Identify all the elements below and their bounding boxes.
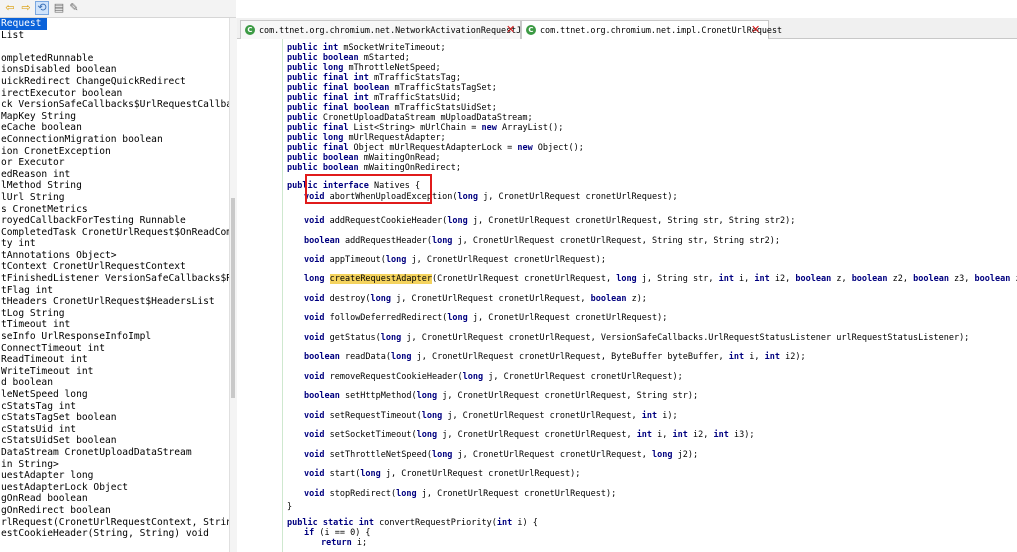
tree-item[interactable]: uestAdapterLock Object [0,482,229,494]
tree-item[interactable]: tContext CronetUrlRequestContext [0,261,229,273]
tree-item[interactable]: cStatsTag int [0,401,229,413]
tree-item[interactable]: ConnectTimeout int [0,343,229,355]
tree-item[interactable]: CompletedTask CronetUrlRequest$OnReadCom… [0,227,229,239]
code-line[interactable]: public final boolean mTrafficStatsTagSet… [287,83,497,93]
annotation-box [305,174,432,204]
tree-item[interactable]: estCookieHeader(String, String) void [0,528,229,540]
tree-item[interactable]: ck VersionSafeCallbacks$UrlRequestCallba… [0,99,229,111]
tree-item[interactable] [0,41,229,53]
tree-item[interactable]: in String> [0,459,229,471]
tree-item[interactable]: edReason int [0,169,229,181]
tree-item[interactable]: royedCallbackForTesting Runnable [0,215,229,227]
tree-item[interactable]: tFlag int [0,285,229,297]
tree-item[interactable]: irectExecutor boolean [0,88,229,100]
code-line[interactable]: void stopRedirect(long j, CronetUrlReque… [304,489,616,499]
code-line[interactable]: void destroy(long j, CronetUrlRequest cr… [304,294,647,304]
code-line[interactable]: public final int mTrafficStatsTag; [287,73,461,83]
code-line[interactable]: public final Object mUrlRequestAdapterLo… [287,143,584,153]
tree-item[interactable]: lMethod String [0,180,229,192]
tree-item[interactable]: eConnectionMigration boolean [0,134,229,146]
tab-label: com.ttnet.org.chromium.net.impl.CronetUr… [540,25,783,35]
code-line[interactable]: public final List<String> mUrlChain = ne… [287,123,563,133]
save-icon[interactable]: ▤ [52,1,66,15]
tree-item[interactable]: seInfo UrlResponseInfoImpl [0,331,229,343]
tree-scrollbar[interactable] [229,18,237,552]
tree-item[interactable]: Request [0,18,47,30]
tree-item[interactable]: rlRequest(CronetUrlRequestContext, Strin… [0,517,229,529]
settings-icon[interactable]: ✎ [67,1,81,15]
code-line[interactable]: public long mThrottleNetSpeed; [287,63,441,73]
tree-item[interactable]: List [0,30,229,42]
code-line[interactable]: void setThrottleNetSpeed(long j, CronetU… [304,450,698,460]
tree-item[interactable]: cStatsUidSet boolean [0,435,229,447]
tree-item[interactable]: ompletedRunnable [0,53,229,65]
tree-item[interactable]: tHeaders CronetUrlRequest$HeadersList [0,296,229,308]
code-line[interactable]: public CronetUploadDataStream mUploadDat… [287,113,533,123]
code-line[interactable]: public boolean mStarted; [287,53,410,63]
tree-item[interactable]: WriteTimeout int [0,366,229,378]
fold-guide [282,39,283,552]
code-line[interactable]: } [287,502,292,512]
tree-item[interactable]: cStatsUid int [0,424,229,436]
code-line[interactable]: void setSocketTimeout(long j, CronetUrlR… [304,430,754,440]
toolbar: ⇦ ⇨ ⟲ ▤ ✎ [0,0,236,18]
tree-item[interactable]: tFinishedListener VersionSafeCallbacks$R… [0,273,229,285]
tree-item[interactable]: leNetSpeed long [0,389,229,401]
code-line[interactable]: void followDeferredRedirect(long j, Cron… [304,313,667,323]
class-icon: C [245,25,255,35]
code-line[interactable]: public final boolean mTrafficStatsUidSet… [287,103,497,113]
code-line[interactable]: void removeRequestCookieHeader(long j, C… [304,372,683,382]
tree-item[interactable]: s CronetMetrics [0,204,229,216]
tree-item[interactable]: uickRedirect ChangeQuickRedirect [0,76,229,88]
code-line[interactable]: boolean readData(long j, CronetUrlReques… [304,352,806,362]
code-editor[interactable]: public int mSocketWriteTimeout; public bo… [237,39,1017,552]
tree-item[interactable]: gOnRead boolean [0,493,229,505]
code-line[interactable]: public long mUrlRequestAdapter; [287,133,446,143]
tab-network-activation-request-jni[interactable]: C com.ttnet.org.chromium.net.NetworkActi… [240,20,531,39]
highlighted-method: createRequestAdapter [329,274,432,284]
code-line[interactable]: if (i == 0) { [304,528,371,538]
tree-item[interactable]: ty int [0,238,229,250]
forward-arrow-icon[interactable]: ⇨ [19,1,33,15]
tab-cronet-url-request[interactable]: C com.ttnet.org.chromium.net.impl.Cronet… [521,20,782,39]
tree-item[interactable]: tTimeout int [0,319,229,331]
sync-icon[interactable]: ⟲ [35,1,49,15]
class-icon: C [526,25,536,35]
code-line[interactable]: void getStatus(long j, CronetUrlRequest … [304,333,969,343]
code-line[interactable]: long createRequestAdapter(CronetUrlReque… [304,274,1017,284]
code-line[interactable]: void addRequestCookieHeader(long j, Cron… [304,216,795,226]
tree-item[interactable]: d boolean [0,377,229,389]
tab-label: com.ttnet.org.chromium.net.NetworkActiva… [259,25,532,35]
code-line[interactable]: void setRequestTimeout(long j, CronetUrl… [304,411,678,421]
tree-item[interactable]: DataStream CronetUploadDataStream [0,447,229,459]
class-member-tree[interactable]: Request List ompletedRunnable ionsDisabled … [0,18,229,552]
code-line[interactable]: boolean setHttpMethod(long j, CronetUrlR… [304,391,698,401]
tree-item[interactable]: cStatsTagSet boolean [0,412,229,424]
tree-item[interactable]: ion CronetException [0,146,229,158]
code-line[interactable]: return i; [321,538,367,548]
code-line[interactable]: public int mSocketWriteTimeout; [287,43,446,53]
tree-scrollbar-thumb[interactable] [231,198,235,398]
editor-tab-bar: C com.ttnet.org.chromium.net.NetworkActi… [237,18,1017,39]
code-line[interactable]: public boolean mWaitingOnRedirect; [287,163,461,173]
tree-item[interactable]: ReadTimeout int [0,354,229,366]
code-line[interactable]: void appTimeout(long j, CronetUrlRequest… [304,255,606,265]
code-line[interactable]: void start(long j, CronetUrlRequest cron… [304,469,580,479]
code-line[interactable]: boolean addRequestHeader(long j, CronetU… [304,236,780,246]
tree-item[interactable]: gOnRedirect boolean [0,505,229,517]
code-line[interactable]: public static int convertRequestPriority… [287,518,538,528]
tree-item[interactable]: uestAdapter long [0,470,229,482]
close-icon[interactable]: ✕ [751,21,760,39]
code-line[interactable]: public boolean mWaitingOnRead; [287,153,441,163]
tree-item[interactable]: lUrl String [0,192,229,204]
tree-item[interactable]: ionsDisabled boolean [0,64,229,76]
tree-item[interactable]: tAnnotations Object> [0,250,229,262]
tree-item[interactable]: MapKey String [0,111,229,123]
back-arrow-icon[interactable]: ⇦ [3,1,17,15]
tree-item[interactable]: or Executor [0,157,229,169]
tree-item[interactable]: tLog String [0,308,229,320]
code-line[interactable]: public final int mTrafficStatsUid; [287,93,461,103]
close-icon[interactable]: ✕ [506,21,515,39]
tree-item[interactable]: eCache boolean [0,122,229,134]
